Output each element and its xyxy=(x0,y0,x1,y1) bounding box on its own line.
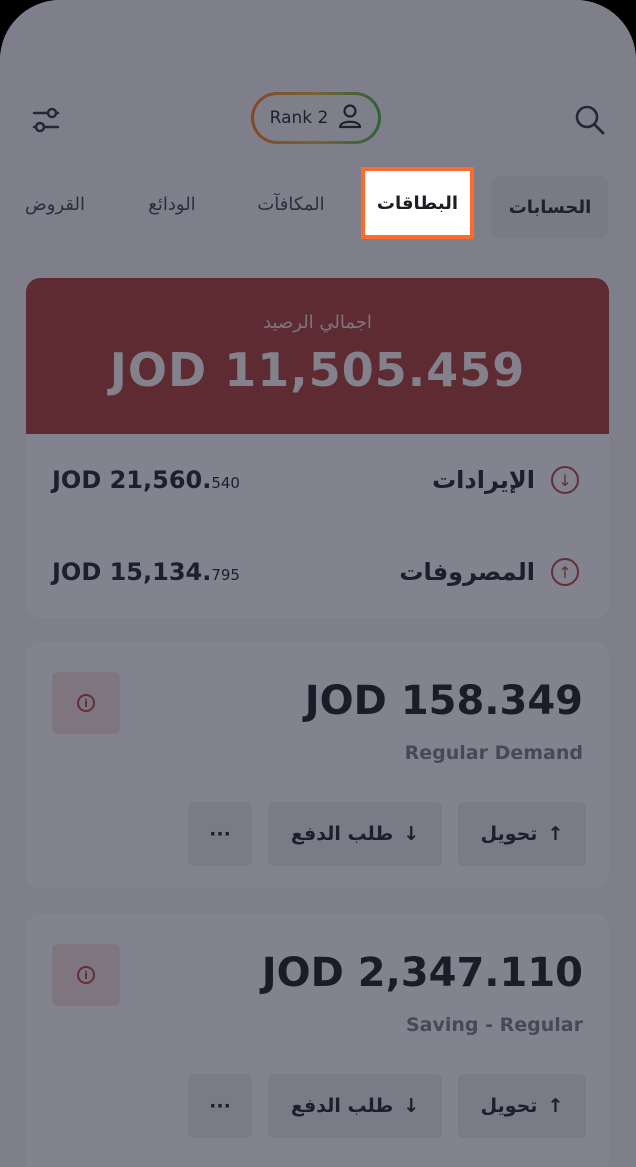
info-button[interactable]: i xyxy=(52,672,120,734)
more-button[interactable]: ··· xyxy=(188,1074,252,1138)
arrow-down-circle-icon: ↓ xyxy=(551,466,579,494)
income-label: الإيرادات xyxy=(432,466,535,494)
payment-request-label: طلب الدفع xyxy=(290,823,394,845)
payment-request-button[interactable]: طلب الدفع ↓ xyxy=(268,1074,442,1138)
total-balance-amount: JOD 11,505.459 xyxy=(109,343,526,397)
payment-request-button[interactable]: طلب الدفع ↓ xyxy=(268,802,442,866)
account-balance: JOD 2,347.110 xyxy=(261,950,583,996)
rank-label: Rank 2 xyxy=(269,108,329,128)
expense-row[interactable]: JOD 15,134.795 المصروفات ↑ xyxy=(26,542,609,602)
more-button[interactable]: ··· xyxy=(188,802,252,866)
payment-request-label: طلب الدفع xyxy=(290,1095,394,1117)
rank-badge[interactable]: Rank 2 xyxy=(251,92,381,144)
more-icon: ··· xyxy=(209,1095,231,1117)
transfer-button[interactable]: تحويل ↑ xyxy=(458,1074,586,1138)
arrow-down-icon: ↓ xyxy=(403,823,420,845)
user-icon xyxy=(338,103,362,134)
top-bar: Rank 2 xyxy=(0,0,636,144)
income-amount: JOD 21,560.540 xyxy=(52,466,240,494)
highlighted-tab-layer: البطاقات xyxy=(0,167,636,240)
arrow-up-icon: ↑ xyxy=(547,823,564,845)
income-amount-fraction: 540 xyxy=(211,474,240,492)
balance-summary-card: اجمالي الرصيد JOD 11,505.459 JOD 21,560.… xyxy=(26,278,609,618)
account-card[interactable]: i JOD 158.349 Regular Demand تحويل ↑ طلب… xyxy=(26,642,609,888)
expense-amount-fraction: 795 xyxy=(211,566,240,584)
filter-icon[interactable] xyxy=(22,96,70,144)
account-type: Regular Demand xyxy=(404,742,583,764)
total-balance-panel: اجمالي الرصيد JOD 11,505.459 xyxy=(26,278,609,434)
tab-cards[interactable]: البطاقات xyxy=(361,167,474,239)
transfer-button[interactable]: تحويل ↑ xyxy=(458,802,586,866)
income-row[interactable]: JOD 21,560.540 الإيرادات ↓ xyxy=(26,450,609,510)
arrow-up-icon: ↑ xyxy=(547,1095,564,1117)
info-icon: i xyxy=(77,966,95,984)
arrow-down-icon: ↓ xyxy=(403,1095,420,1117)
expense-amount-main: JOD 15,134. xyxy=(52,558,212,586)
account-card[interactable]: i JOD 2,347.110 Saving - Regular تحويل ↑… xyxy=(26,914,609,1167)
transfer-label: تحويل xyxy=(480,823,538,845)
info-icon: i xyxy=(77,694,95,712)
account-type: Saving - Regular xyxy=(406,1014,583,1036)
info-button[interactable]: i xyxy=(52,944,120,1006)
total-balance-label: اجمالي الرصيد xyxy=(263,312,372,333)
account-balance: JOD 158.349 xyxy=(304,678,583,724)
app-screen: Rank 2 الحسابات المكافآت الودائع القروض xyxy=(0,0,636,1167)
search-icon[interactable] xyxy=(566,96,614,144)
expense-amount: JOD 15,134.795 xyxy=(52,558,240,586)
more-icon: ··· xyxy=(209,823,231,845)
income-amount-main: JOD 21,560. xyxy=(52,466,212,494)
expense-label: المصروفات xyxy=(399,558,535,586)
transfer-label: تحويل xyxy=(480,1095,538,1117)
arrow-up-circle-icon: ↑ xyxy=(551,558,579,586)
